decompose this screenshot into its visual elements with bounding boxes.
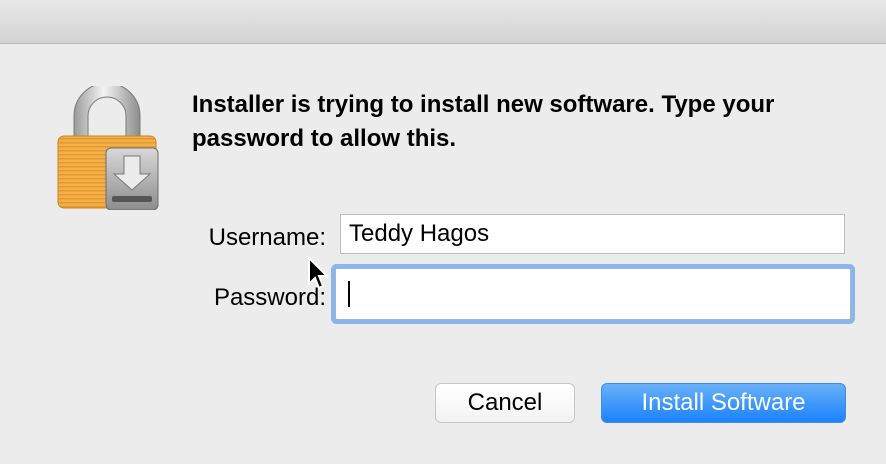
authentication-dialog: Installer is trying to install new softw… — [0, 0, 886, 464]
cancel-button[interactable]: Cancel — [435, 383, 575, 423]
dialog-titlebar[interactable] — [0, 0, 886, 44]
password-field[interactable] — [335, 268, 851, 320]
username-label: Username: — [208, 224, 326, 251]
password-label: Password: — [213, 284, 326, 311]
install-software-button[interactable]: Install Software — [601, 383, 846, 423]
username-field[interactable]: Teddy Hagos — [340, 214, 845, 254]
dialog-message: Installer is trying to install new softw… — [192, 91, 775, 152]
lock-install-icon — [57, 86, 159, 210]
mouse-pointer-icon — [308, 256, 329, 290]
text-caret — [348, 281, 350, 307]
